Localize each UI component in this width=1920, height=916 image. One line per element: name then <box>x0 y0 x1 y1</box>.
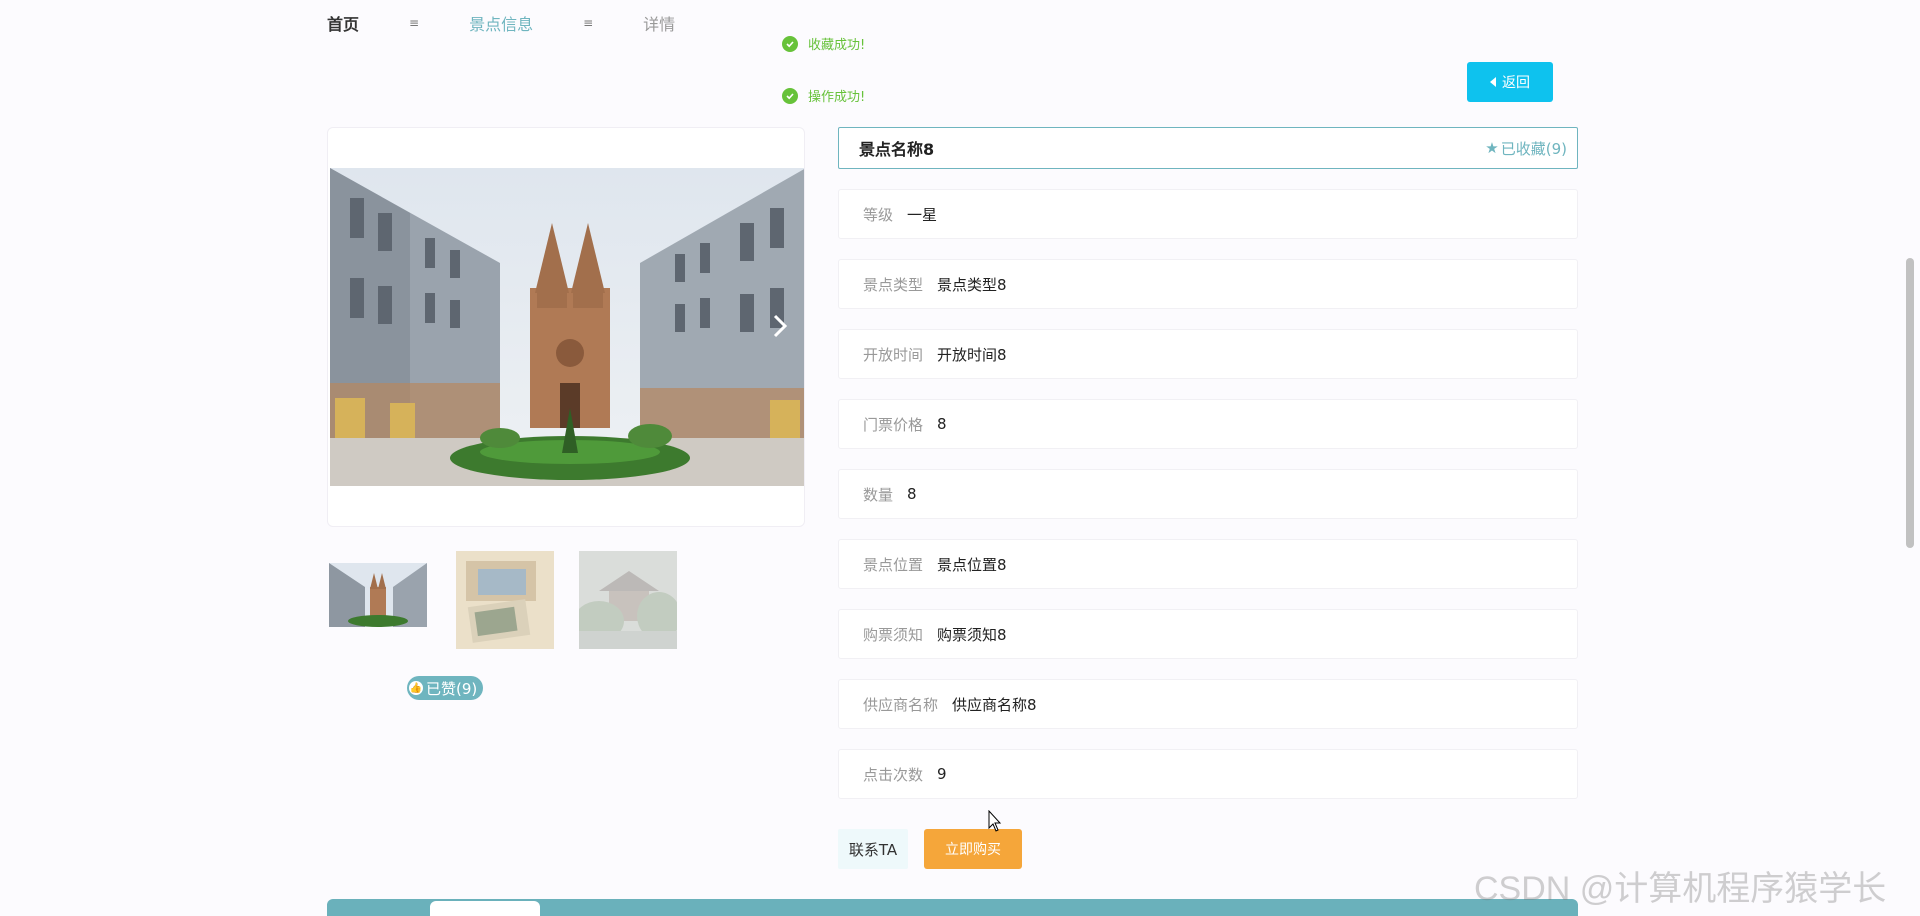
breadcrumb-separator-icon: ≡ <box>583 16 594 30</box>
bottom-tab-bar <box>327 899 1578 916</box>
scenic-name: 景点名称8 <box>859 140 935 159</box>
info-label: 景点类型 <box>863 275 924 294</box>
caret-left-icon <box>1490 77 1496 87</box>
contact-button[interactable]: 联系TA <box>838 829 908 869</box>
page-scrollbar[interactable] <box>1906 258 1914 548</box>
breadcrumb-home[interactable]: 首页 <box>327 11 359 35</box>
star-icon: ★ <box>1485 139 1499 157</box>
info-row-click-count: 点击次数 9 <box>838 749 1578 799</box>
info-label: 门票价格 <box>863 415 924 434</box>
mouse-cursor-icon <box>988 810 1002 832</box>
main-photo <box>330 168 804 486</box>
info-value: 9 <box>937 765 947 783</box>
info-value: 景点类型8 <box>937 275 1007 294</box>
info-value: 景点位置8 <box>937 555 1007 574</box>
toast-text: 收藏成功! <box>808 38 866 53</box>
breadcrumb-separator-icon: ≡ <box>409 16 420 30</box>
tab-active[interactable] <box>430 901 540 916</box>
like-label: 已赞(9) <box>426 679 478 698</box>
info-label: 点击次数 <box>863 765 924 784</box>
info-label: 景点位置 <box>863 555 924 574</box>
info-value: 开放时间8 <box>937 345 1007 364</box>
page: 首页 ≡ 景点信息 ≡ 详情 收藏成功! 操作成功! 返回 👍 已赞(9) 景点… <box>0 0 1920 916</box>
watermark: CSDN @计算机程序猿学长 <box>1474 870 1887 908</box>
info-row-location: 景点位置 景点位置8 <box>838 539 1578 589</box>
scenic-title-box: 景点名称8 ★ 已收藏(9) <box>838 127 1578 169</box>
info-row-ticket-price: 门票价格 8 <box>838 399 1578 449</box>
info-row-supplier: 供应商名称 供应商名称8 <box>838 679 1578 729</box>
breadcrumb: 首页 ≡ 景点信息 ≡ 详情 <box>327 12 675 34</box>
info-row-purchase-notes: 购票须知 购票须知8 <box>838 609 1578 659</box>
favorite-button[interactable]: ★ 已收藏(9) <box>1485 138 1567 159</box>
chevron-right-icon[interactable] <box>772 313 788 339</box>
info-label: 数量 <box>863 485 894 504</box>
info-label: 开放时间 <box>863 345 924 364</box>
info-label: 等级 <box>863 205 894 224</box>
toast-text: 操作成功! <box>808 90 866 105</box>
info-value: 一星 <box>907 205 938 224</box>
favorite-label: 已收藏(9) <box>1500 139 1567 158</box>
thumbnail-3[interactable] <box>579 551 677 649</box>
info-label: 购票须知 <box>863 625 924 644</box>
breadcrumb-current: 详情 <box>643 15 676 34</box>
info-row-open-time: 开放时间 开放时间8 <box>838 329 1578 379</box>
info-value: 供应商名称8 <box>952 695 1037 714</box>
info-row-quantity: 数量 8 <box>838 469 1578 519</box>
info-label: 供应商名称 <box>863 695 939 714</box>
info-value: 购票须知8 <box>937 625 1007 644</box>
info-value: 8 <box>907 485 917 503</box>
info-row-level: 等级 一星 <box>838 189 1578 239</box>
check-circle-icon <box>782 87 798 104</box>
thumbnail-1[interactable] <box>329 551 427 649</box>
toast-favorite-success: 收藏成功! <box>782 34 865 53</box>
back-button-label: 返回 <box>1502 75 1530 91</box>
info-value: 8 <box>937 415 947 433</box>
like-button[interactable]: 👍 已赞(9) <box>407 676 484 700</box>
back-button[interactable]: 返回 <box>1467 62 1553 102</box>
toast-operation-success: 操作成功! <box>782 86 865 105</box>
buy-now-button[interactable]: 立即购买 <box>924 829 1022 869</box>
thumbnail-2[interactable] <box>456 551 554 649</box>
image-carousel[interactable] <box>327 127 805 527</box>
breadcrumb-scenic-info[interactable]: 景点信息 <box>469 11 533 35</box>
check-circle-icon <box>782 35 798 52</box>
thumb-up-icon: 👍 <box>409 681 423 695</box>
info-row-type: 景点类型 景点类型8 <box>838 259 1578 309</box>
